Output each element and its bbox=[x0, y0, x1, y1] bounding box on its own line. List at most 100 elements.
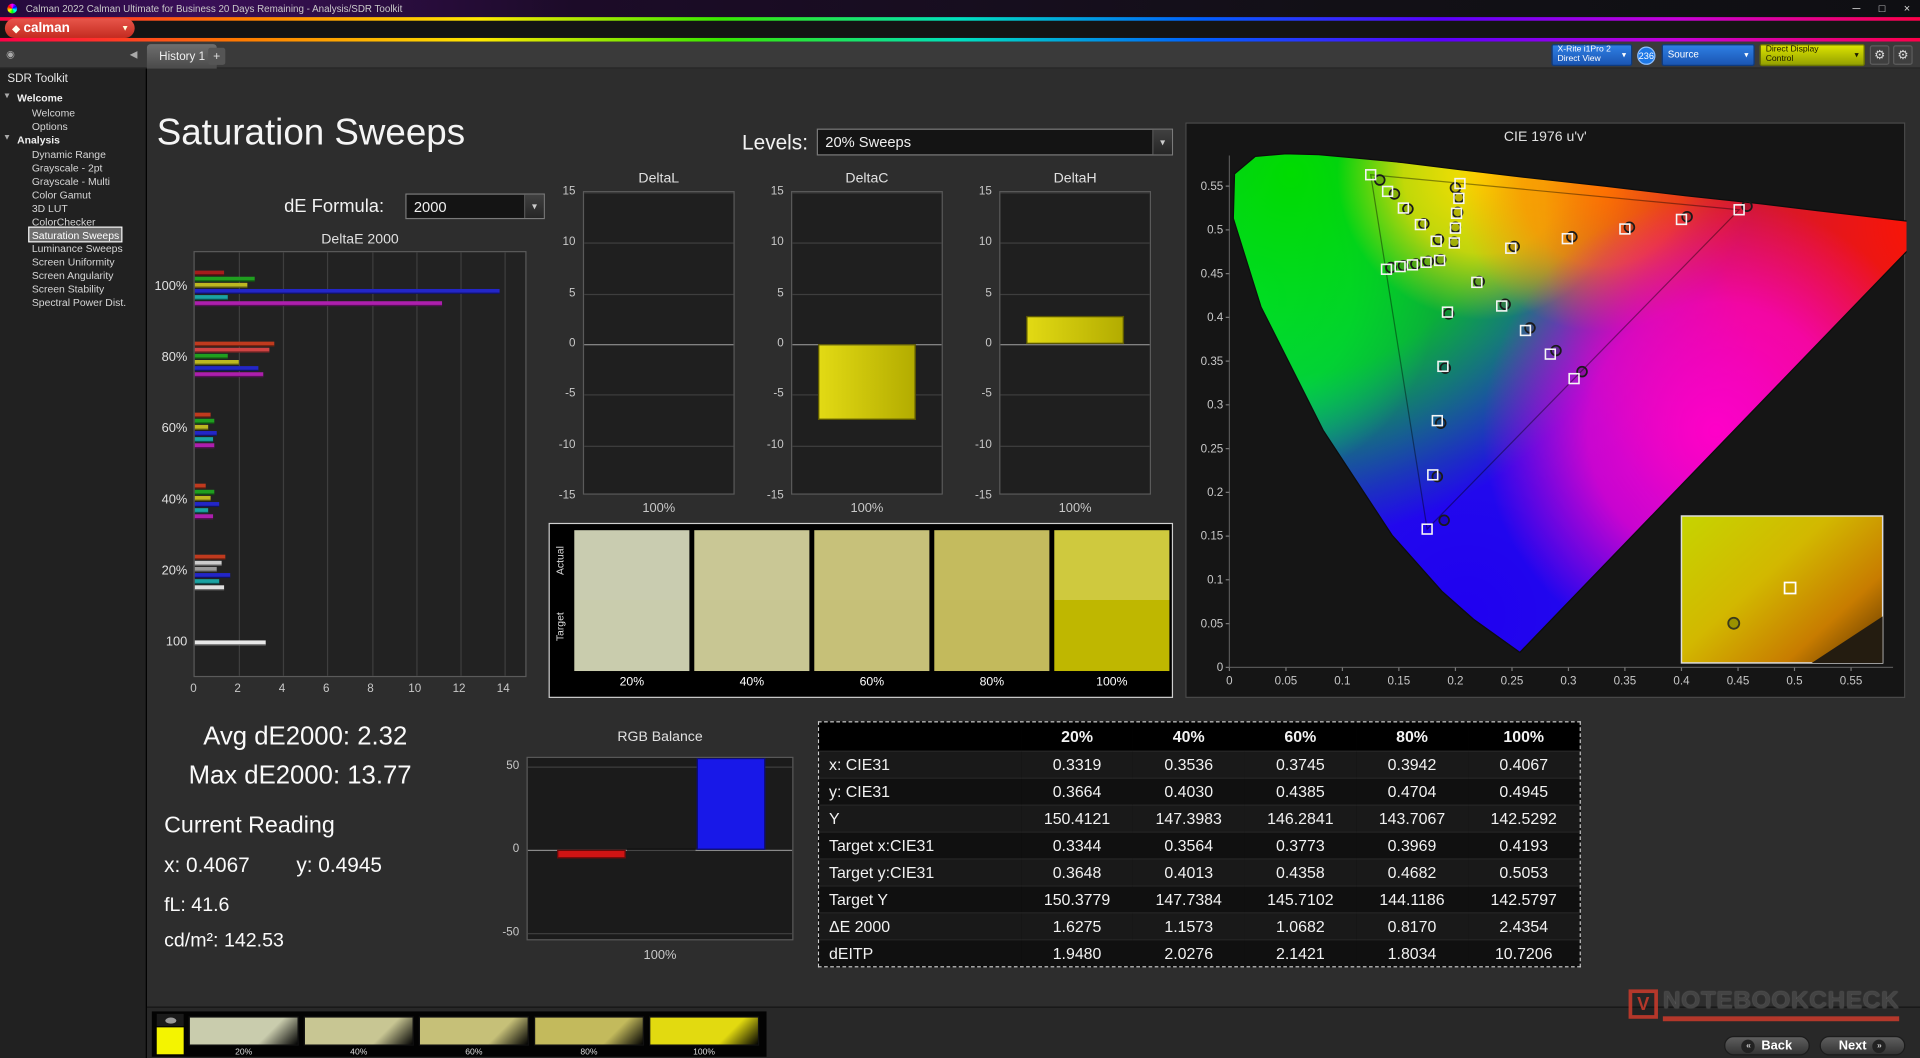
sidebar-title: SDR Toolkit bbox=[0, 69, 146, 91]
cell-value: 2.4354 bbox=[1468, 912, 1580, 939]
gridline bbox=[792, 192, 941, 193]
close-button[interactable]: × bbox=[1904, 2, 1910, 14]
window-title: Calman 2022 Calman Ultimate for Business… bbox=[26, 3, 403, 14]
sidebar-pin-button[interactable]: ◉ bbox=[6, 49, 15, 60]
de-formula-select[interactable]: 2000 ▾ bbox=[405, 193, 545, 219]
y-tick-label: 10 bbox=[747, 235, 784, 248]
bar bbox=[195, 412, 211, 417]
cell-value: 143.7067 bbox=[1356, 804, 1468, 831]
meter-count-badge[interactable]: 236 bbox=[1637, 47, 1655, 65]
bar bbox=[195, 288, 500, 293]
patch-thumb-20[interactable] bbox=[189, 1016, 299, 1045]
cell-value: 147.3983 bbox=[1133, 804, 1245, 831]
svg-text:0.55: 0.55 bbox=[1201, 180, 1224, 193]
y-tick-label: -5 bbox=[539, 387, 576, 400]
cell-value: 146.2841 bbox=[1245, 804, 1357, 831]
swatch-20 bbox=[574, 530, 689, 671]
sidebar-item-options[interactable]: Options bbox=[29, 119, 70, 132]
patch-thumb-60[interactable] bbox=[419, 1016, 529, 1045]
minimize-button[interactable]: ─ bbox=[1853, 2, 1861, 14]
levels-value: 20% Sweeps bbox=[818, 133, 1152, 150]
x-tick-label: 4 bbox=[270, 682, 294, 695]
cie-panel: CIE 1976 u'v' 000.050.050.10.10.150.150.… bbox=[1185, 122, 1905, 698]
back-button[interactable]: « Back bbox=[1724, 1036, 1810, 1056]
sidebar-group-welcome[interactable]: ▾Welcome bbox=[0, 91, 146, 106]
sidebar-item-grayscale-2pt[interactable]: Grayscale - 2pt bbox=[29, 160, 104, 173]
deltal-chart: DeltaL151050-5-10-15100% bbox=[539, 171, 747, 526]
table-row: Y150.4121147.3983146.2841143.7067142.529… bbox=[819, 804, 1579, 831]
cell-value: 150.4121 bbox=[1021, 804, 1133, 831]
cell-value: 0.3969 bbox=[1356, 831, 1468, 858]
cell-value: 2.0276 bbox=[1133, 939, 1245, 966]
swatch-label: 100% bbox=[1054, 676, 1169, 689]
cell-value: 0.4682 bbox=[1356, 858, 1468, 885]
bar-green bbox=[627, 849, 696, 851]
x-tick-label: 6 bbox=[314, 682, 338, 695]
gridline bbox=[327, 252, 328, 676]
add-tab-button[interactable]: + bbox=[208, 48, 225, 65]
swatch-target bbox=[1054, 600, 1169, 671]
settings-gear-button[interactable]: ⚙ bbox=[1870, 45, 1890, 65]
gridline bbox=[1000, 192, 1149, 193]
sidebar-item-colorchecker[interactable]: ColorChecker bbox=[29, 214, 98, 227]
sidebar-item-color-gamut[interactable]: Color Gamut bbox=[29, 187, 93, 200]
deltac-plot-area bbox=[791, 191, 943, 495]
swatch-actual bbox=[1054, 530, 1169, 600]
sidebar-item-luminance-sweeps[interactable]: Luminance Sweeps bbox=[29, 241, 125, 254]
bar bbox=[195, 572, 230, 577]
sidebar-item-spectral-power-dist[interactable]: Spectral Power Dist. bbox=[29, 295, 128, 308]
sidebar-item-saturation-sweeps[interactable]: Saturation Sweeps bbox=[29, 228, 121, 241]
meter-selector-button[interactable]: X-Rite i1Pro 2 Direct View ▾ bbox=[1551, 44, 1632, 66]
display-control-button[interactable]: Direct Display Control ▾ bbox=[1760, 44, 1865, 66]
patch-thumb-80[interactable] bbox=[534, 1016, 644, 1045]
sidebar-item-screen-stability[interactable]: Screen Stability bbox=[29, 282, 106, 295]
workflow-settings-button[interactable]: ⚙ bbox=[1893, 45, 1913, 65]
sidebar-item-screen-angularity[interactable]: Screen Angularity bbox=[29, 268, 115, 281]
sidebar-item-dynamic-range[interactable]: Dynamic Range bbox=[29, 147, 108, 160]
sidebar-group-analysis[interactable]: ▾Analysis bbox=[0, 132, 146, 147]
y-tick-label: 15 bbox=[539, 185, 576, 198]
target-row-label: Target bbox=[553, 612, 565, 641]
sidebar-item-3d-lut[interactable]: 3D LUT bbox=[29, 201, 70, 214]
sidebar-item-welcome[interactable]: Welcome bbox=[29, 105, 77, 118]
avg-de2000: Avg dE2000: 2.32 bbox=[203, 722, 407, 751]
y-tick-label: 10 bbox=[955, 235, 992, 248]
levels-select[interactable]: 20% Sweeps ▾ bbox=[817, 129, 1173, 156]
patch-thumb-100[interactable] bbox=[649, 1016, 759, 1045]
cell-value: 0.3344 bbox=[1021, 831, 1133, 858]
table-header: 100% bbox=[1468, 722, 1580, 750]
bar bbox=[195, 501, 219, 506]
bar bbox=[195, 495, 211, 500]
caret-icon: ▾ bbox=[5, 132, 9, 142]
app-window: Calman 2022 Calman Ultimate for Business… bbox=[0, 0, 1920, 1058]
de-formula-label: dE Formula: bbox=[284, 196, 384, 217]
swatch-actual bbox=[814, 530, 929, 600]
sidebar-item-screen-uniformity[interactable]: Screen Uniformity bbox=[29, 255, 117, 268]
swatch-target bbox=[934, 600, 1049, 671]
row-label: Target x:CIE31 bbox=[819, 831, 1021, 858]
calman-logo-menu[interactable]: ◆ calman ▾ bbox=[5, 18, 135, 38]
cell-value: 0.4358 bbox=[1245, 858, 1357, 885]
next-button[interactable]: Next » bbox=[1820, 1036, 1906, 1056]
patch-thumb-40[interactable] bbox=[304, 1016, 414, 1045]
table-row: ΔE 20001.62751.15731.06820.81702.4354 bbox=[819, 912, 1579, 939]
bar bbox=[195, 489, 215, 494]
gridline bbox=[792, 243, 941, 244]
maximize-button[interactable]: □ bbox=[1879, 2, 1886, 14]
y-tick-label: 0 bbox=[539, 337, 576, 350]
gridline bbox=[283, 252, 284, 676]
y-tick-label: -5 bbox=[955, 387, 992, 400]
svg-text:0.4: 0.4 bbox=[1673, 674, 1690, 687]
table-row: y: CIE310.36640.40300.43850.47040.4945 bbox=[819, 778, 1579, 805]
sidebar-collapse-button[interactable]: ◀ bbox=[130, 49, 138, 60]
svg-text:0.2: 0.2 bbox=[1207, 486, 1223, 499]
gridline bbox=[584, 395, 733, 396]
app-icon bbox=[7, 4, 17, 14]
source-selector-button[interactable]: Source ▾ bbox=[1662, 44, 1755, 66]
sidebar-item-grayscale-multi[interactable]: Grayscale - Multi bbox=[29, 174, 112, 187]
gridline bbox=[1000, 293, 1149, 294]
eye-icon bbox=[157, 1014, 184, 1026]
svg-text:0.5: 0.5 bbox=[1786, 674, 1802, 687]
back-arrow-icon: « bbox=[1742, 1039, 1755, 1052]
tab-history-1[interactable]: History 1 bbox=[147, 44, 217, 68]
